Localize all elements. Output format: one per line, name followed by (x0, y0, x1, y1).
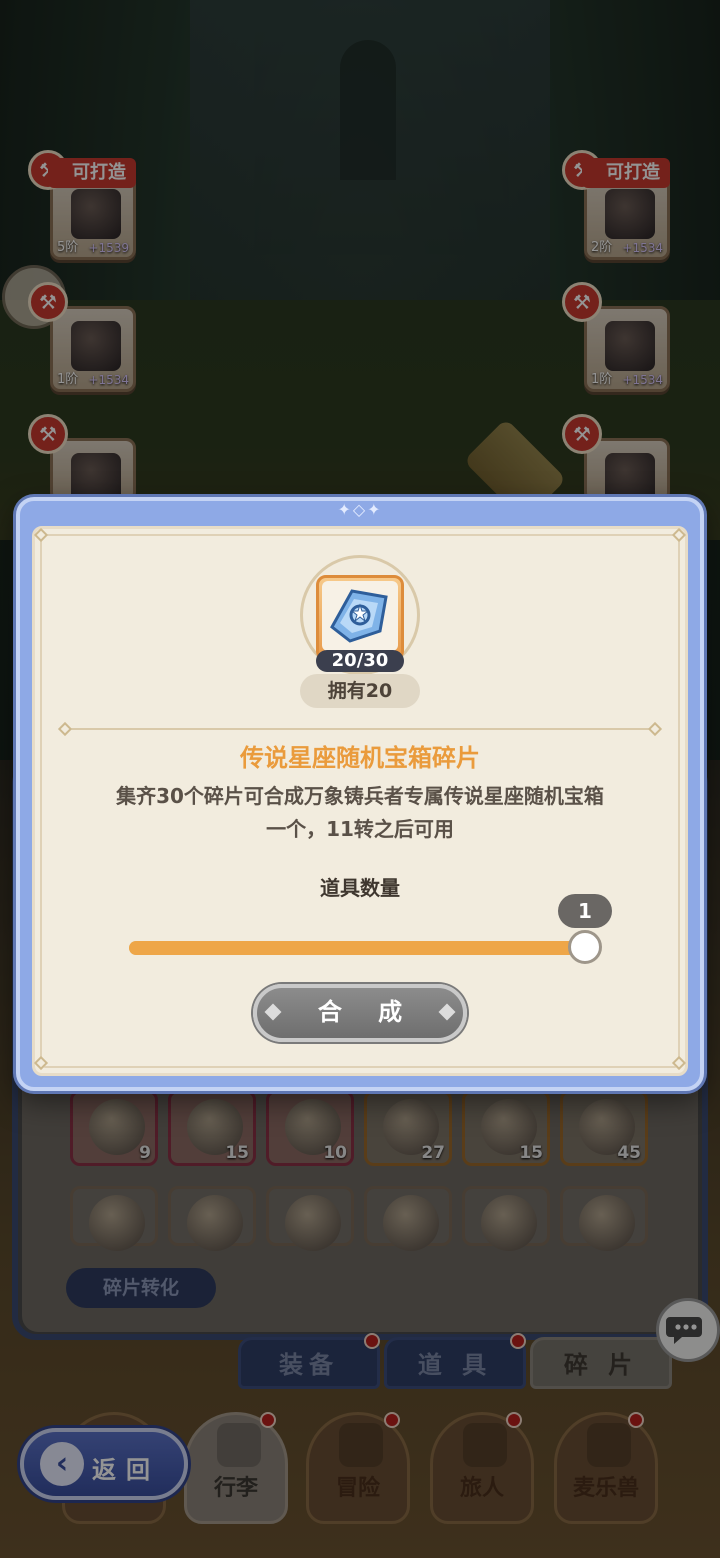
item-title: 传说星座随机宝箱碎片 (240, 744, 480, 772)
owned-count: 拥有20 (300, 674, 420, 708)
slider-handle[interactable] (568, 930, 602, 964)
modal-top-ornament: ✦◇✦ (337, 500, 383, 519)
slider-fill (129, 941, 591, 955)
button-ornament (438, 1003, 456, 1021)
constellation-fragment-icon (322, 581, 398, 651)
fragment-progress: 20/30 (316, 650, 404, 672)
quantity-slider[interactable] (129, 941, 591, 955)
description-line: 一个，11转之后可用 (266, 817, 454, 841)
quantity-value: 1 (558, 894, 612, 928)
item-description: 集齐30个碎片可合成万象铸兵者专属传说星座随机宝箱 一个，11转之后可用 (70, 780, 650, 846)
synthesize-label: 合 成 (317, 998, 417, 1026)
description-line: 集齐30个碎片可合成万象铸兵者专属传说星座随机宝箱 (116, 784, 604, 808)
divider (66, 728, 656, 730)
synthesize-button[interactable]: 合 成 (253, 984, 467, 1042)
quantity-label: 道具数量 (320, 876, 400, 900)
button-ornament (264, 1003, 282, 1021)
